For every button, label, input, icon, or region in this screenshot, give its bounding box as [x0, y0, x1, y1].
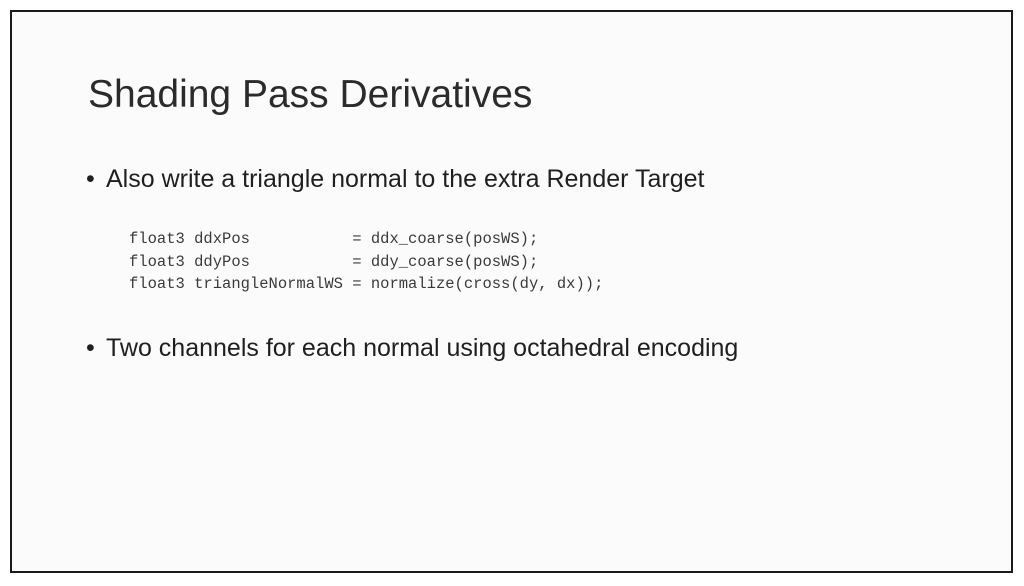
code-block: float3 ddxPos = ddx_coarse(posWS); float…	[129, 228, 603, 296]
bullet-text: Also write a triangle normal to the extr…	[106, 165, 705, 193]
code-line: float3 triangleNormalWS = normalize(cros…	[129, 275, 604, 293]
slide-title: Shading Pass Derivatives	[88, 73, 533, 116]
bullet-dot-icon: •	[86, 165, 95, 193]
bullet-item: • Also write a triangle normal to the ext…	[86, 163, 704, 195]
bullet-dot-icon: •	[86, 334, 95, 362]
bullet-text: Two channels for each normal using octah…	[106, 334, 739, 362]
code-line: float3 ddxPos = ddx_coarse(posWS);	[129, 230, 539, 248]
code-line: float3 ddyPos = ddy_coarse(posWS);	[129, 252, 539, 271]
slide: Shading Pass Derivatives • Also write a t…	[10, 10, 1013, 573]
bullet-item: • Two channels for each normal using octa…	[86, 332, 738, 364]
